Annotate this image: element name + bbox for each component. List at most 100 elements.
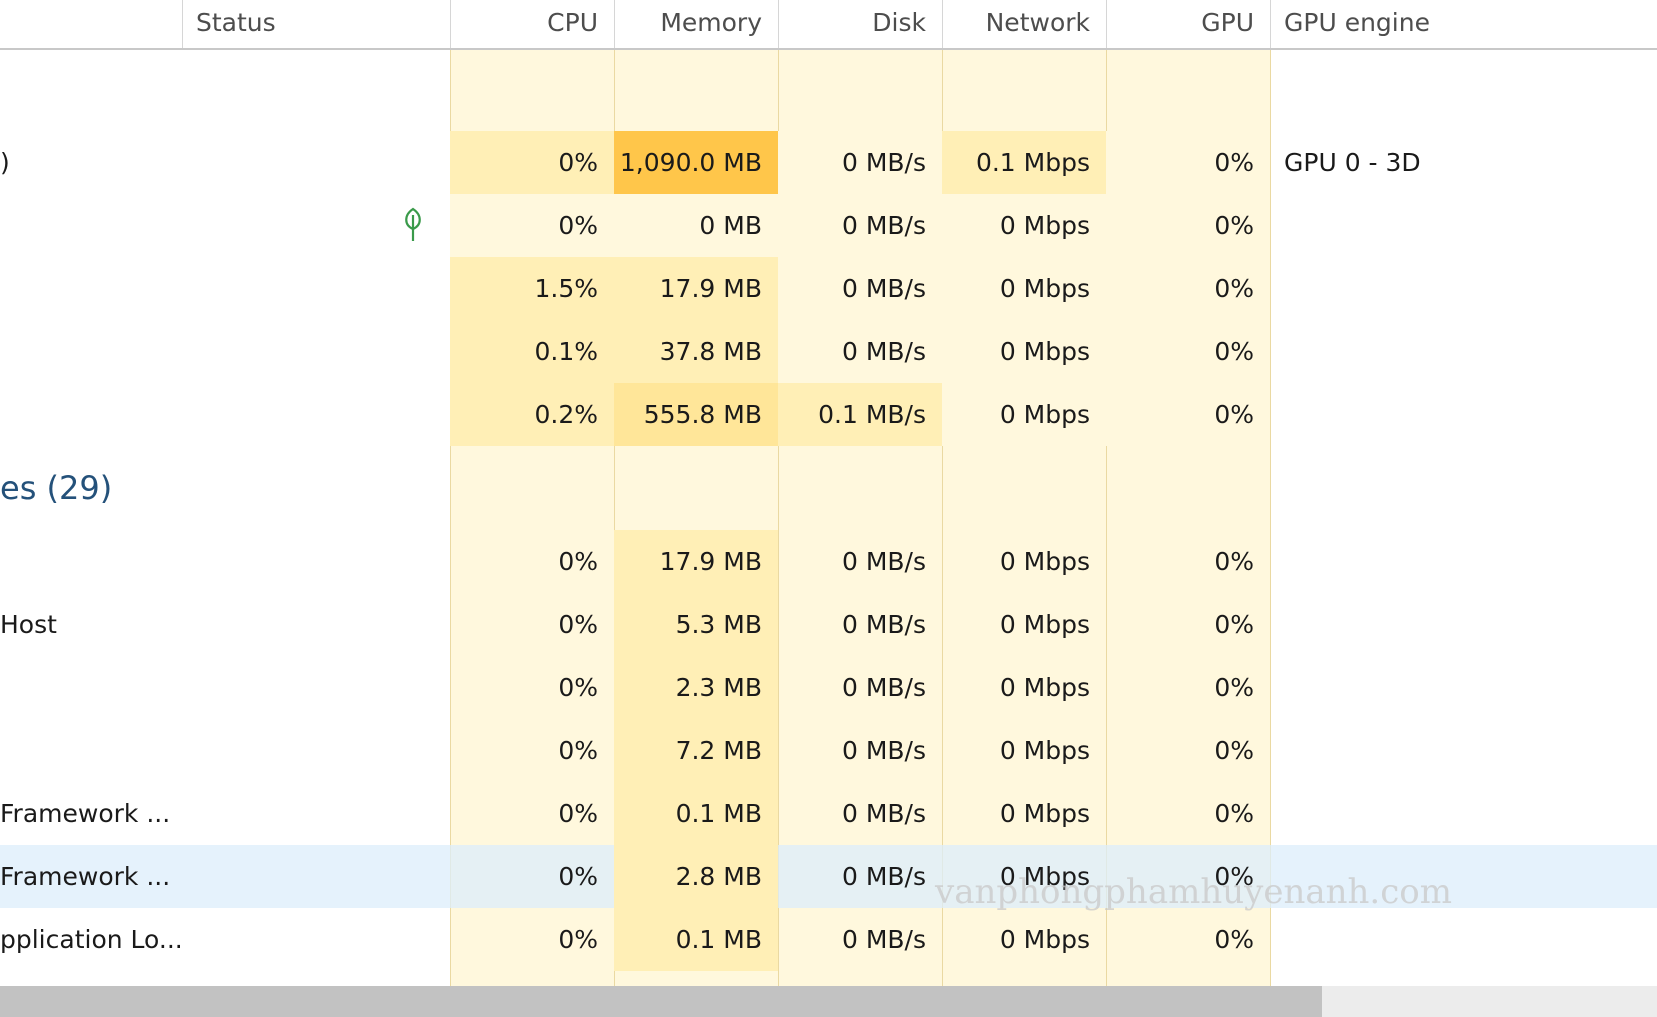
- cell-name: [0, 194, 182, 257]
- cell-disk: 0.1 MB/s: [778, 383, 942, 446]
- cell-network: 0 Mbps: [999, 925, 1090, 954]
- cell-cpu: 0%: [558, 862, 598, 891]
- watermark: vanphongphamhuyenanh.com: [935, 872, 1452, 912]
- cell-memory: 17.9 MB: [614, 257, 778, 320]
- group-label: es (29): [0, 469, 113, 507]
- column-divider[interactable]: [1270, 0, 1271, 48]
- cell-name: Host: [0, 610, 57, 639]
- cell-name: Framework ...: [0, 862, 171, 891]
- cell-network: 0 Mbps: [942, 194, 1106, 257]
- cell-disk: 0 MB/s: [841, 862, 926, 891]
- cell-name: [0, 530, 182, 593]
- cell-network: 0.1 Mbps: [942, 131, 1106, 194]
- cell-gpu: 0%: [1214, 673, 1254, 702]
- process-row[interactable]: 0.2% 555.8 MB 0.1 MB/s 0 Mbps 0%: [0, 383, 1657, 446]
- cell-memory: 555.8 MB: [614, 383, 778, 446]
- cell-network: 0 Mbps: [999, 799, 1090, 828]
- cell-gpu: 0%: [1214, 610, 1254, 639]
- cell-memory: 0.1 MB: [614, 782, 778, 845]
- process-row[interactable]: ) 0% 1,090.0 MB 0 MB/s 0.1 Mbps 0% GPU 0 - 3D: [0, 131, 1657, 194]
- cell-disk: 0 MB/s: [778, 131, 942, 194]
- column-header-cpu[interactable]: CPU: [450, 0, 614, 48]
- cell-memory: 2.3 MB: [614, 656, 778, 719]
- cell-name: [0, 656, 182, 719]
- process-row[interactable]: 0% 0 MB 0 MB/s 0 Mbps 0%: [0, 194, 1657, 257]
- process-row[interactable]: 0% 17.9 MB 0 MB/s 0 Mbps 0%: [0, 530, 1657, 593]
- cell-gpu: 0%: [1106, 194, 1270, 257]
- leaf-icon: [400, 207, 426, 247]
- cell-memory: 0.1 MB: [614, 908, 778, 971]
- cell-cpu: 0%: [558, 736, 598, 765]
- cell-cpu: 0%: [450, 194, 614, 257]
- column-header-gpu-engine[interactable]: GPU engine: [1284, 0, 1430, 48]
- horizontal-scrollbar-thumb[interactable]: [0, 986, 1322, 1017]
- cell-cpu: 0%: [558, 925, 598, 954]
- cell-name: pplication Lo...: [0, 925, 182, 954]
- cell-name: Framework ...: [0, 799, 171, 828]
- cell-network: 0 Mbps: [999, 547, 1090, 576]
- cell-memory: 1,090.0 MB: [614, 131, 778, 194]
- process-row[interactable]: 0% 7.2 MB 0 MB/s 0 Mbps 0%: [0, 719, 1657, 782]
- cell-network: 0 Mbps: [999, 673, 1090, 702]
- cell-memory: 37.8 MB: [614, 320, 778, 383]
- cell-gpu: 0%: [1106, 131, 1270, 194]
- cell-cpu: 0%: [558, 673, 598, 702]
- cell-cpu: 0.1%: [450, 320, 614, 383]
- process-row[interactable]: Host 0% 5.3 MB 0 MB/s 0 Mbps 0%: [0, 593, 1657, 656]
- cell-network: 0 Mbps: [999, 610, 1090, 639]
- cell-memory: 2.8 MB: [614, 845, 778, 908]
- cell-cpu: 0%: [558, 610, 598, 639]
- process-row[interactable]: Framework ... 0% 0.1 MB 0 MB/s 0 Mbps 0%: [0, 782, 1657, 845]
- column-header-disk[interactable]: Disk: [778, 0, 942, 48]
- cell-memory: 17.9 MB: [614, 530, 778, 593]
- cell-gpu-engine: [1270, 320, 1657, 383]
- cell-gpu: 0%: [1214, 736, 1254, 765]
- cell-disk: 0 MB/s: [778, 194, 942, 257]
- cell-disk: 0 MB/s: [841, 799, 926, 828]
- cell-disk: 0 MB/s: [778, 257, 942, 320]
- cell-gpu-engine: [1270, 257, 1657, 320]
- cell-disk: 0 MB/s: [841, 925, 926, 954]
- cell-cpu: 0.2%: [450, 383, 614, 446]
- cell-gpu-engine: [1270, 383, 1657, 446]
- cell-network: 0 Mbps: [942, 257, 1106, 320]
- cell-disk: 0 MB/s: [841, 736, 926, 765]
- cell-gpu: 0%: [1214, 925, 1254, 954]
- cell-memory: 5.3 MB: [614, 593, 778, 656]
- cell-gpu: 0%: [1214, 547, 1254, 576]
- cell-network: 0 Mbps: [942, 383, 1106, 446]
- group-header-background-processes[interactable]: es (29): [0, 446, 1657, 530]
- cell-cpu: 1.5%: [450, 257, 614, 320]
- cell-name: [0, 719, 182, 782]
- cell-network: 0 Mbps: [942, 320, 1106, 383]
- cell-gpu-engine: [1270, 194, 1657, 257]
- process-row[interactable]: 1.5% 17.9 MB 0 MB/s 0 Mbps 0%: [0, 257, 1657, 320]
- cell-memory: 7.2 MB: [614, 719, 778, 782]
- process-row[interactable]: 0% 2.3 MB 0 MB/s 0 Mbps 0%: [0, 656, 1657, 719]
- column-header-gpu[interactable]: GPU: [1106, 0, 1270, 48]
- cell-cpu: 0%: [558, 547, 598, 576]
- process-table: ) 0% 1,090.0 MB 0 MB/s 0.1 Mbps 0% GPU 0 - 3D 0…: [0, 50, 1657, 986]
- process-row[interactable]: 0.1% 37.8 MB 0 MB/s 0 Mbps 0%: [0, 320, 1657, 383]
- cell-gpu-engine: GPU 0 - 3D: [1284, 148, 1421, 177]
- column-divider[interactable]: [182, 0, 183, 48]
- column-header-memory[interactable]: Memory: [614, 0, 778, 48]
- cell-disk: 0 MB/s: [841, 610, 926, 639]
- cell-gpu: 0%: [1106, 383, 1270, 446]
- cell-name: [0, 383, 182, 446]
- cell-cpu: 0%: [558, 799, 598, 828]
- cell-name: [0, 320, 182, 383]
- cell-cpu: 0%: [450, 131, 614, 194]
- column-header-row: Status CPU Memory Disk Network GPU GPU e…: [0, 0, 1657, 50]
- cell-gpu: 0%: [1106, 257, 1270, 320]
- cell-name: ): [0, 148, 10, 177]
- cell-disk: 0 MB/s: [778, 320, 942, 383]
- horizontal-scrollbar[interactable]: [0, 986, 1657, 1017]
- process-row[interactable]: pplication Lo... 0% 0.1 MB 0 MB/s 0 Mbps 0%: [0, 908, 1657, 971]
- column-header-status[interactable]: Status: [196, 0, 276, 48]
- cell-name: [0, 257, 182, 320]
- cell-disk: 0 MB/s: [841, 673, 926, 702]
- column-header-network[interactable]: Network: [942, 0, 1106, 48]
- cell-gpu: 0%: [1214, 799, 1254, 828]
- cell-gpu: 0%: [1106, 320, 1270, 383]
